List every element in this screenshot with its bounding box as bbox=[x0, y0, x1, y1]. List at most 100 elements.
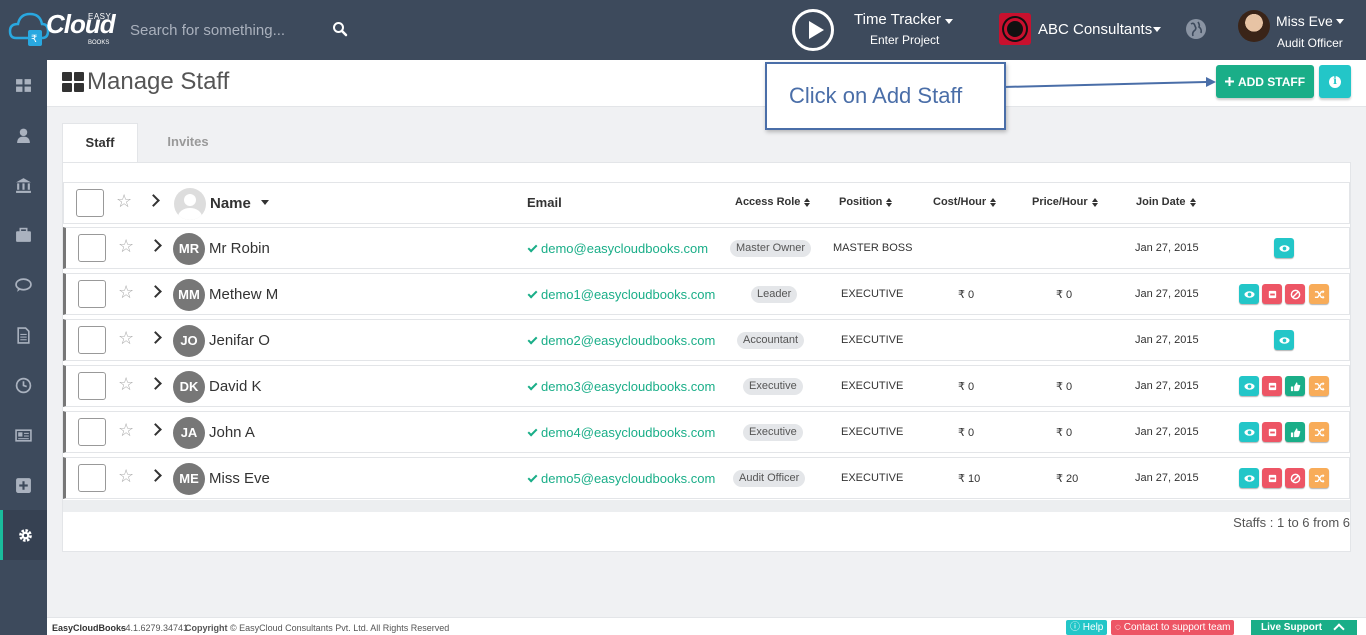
staff-email[interactable]: demo@easycloudbooks.com bbox=[527, 241, 708, 256]
row-checkbox[interactable] bbox=[78, 234, 106, 262]
staff-email[interactable]: demo4@easycloudbooks.com bbox=[527, 425, 715, 440]
sidebar-item-documents[interactable] bbox=[0, 310, 47, 360]
table-row[interactable]: ☆ JA John A demo4@easycloudbooks.com Executi… bbox=[63, 411, 1350, 453]
search-icon[interactable] bbox=[332, 21, 348, 37]
sidebar-item-briefcase[interactable] bbox=[0, 210, 47, 260]
caret-down-icon[interactable] bbox=[945, 19, 953, 24]
view-button[interactable] bbox=[1274, 330, 1294, 350]
transfer-button[interactable] bbox=[1309, 376, 1329, 396]
column-header-join-date[interactable]: Join Date bbox=[1136, 196, 1196, 208]
info-button[interactable]: i bbox=[1319, 65, 1351, 98]
tab-invites[interactable]: Invites bbox=[150, 123, 226, 163]
view-button[interactable] bbox=[1239, 376, 1259, 396]
caret-down-icon[interactable] bbox=[1336, 19, 1344, 24]
star-icon[interactable]: ☆ bbox=[118, 237, 134, 257]
table-row[interactable]: ☆ ME Miss Eve demo5@easycloudbooks.com Audit… bbox=[63, 457, 1350, 499]
staff-name[interactable]: Jenifar O bbox=[209, 332, 270, 349]
chevron-right-icon[interactable] bbox=[149, 239, 162, 252]
row-checkbox[interactable] bbox=[78, 326, 106, 354]
sidebar-item-user[interactable] bbox=[0, 110, 47, 160]
star-icon[interactable]: ☆ bbox=[118, 329, 134, 349]
staff-name[interactable]: Mr Robin bbox=[209, 240, 270, 257]
chevron-right-icon[interactable] bbox=[147, 194, 160, 207]
delete-button[interactable] bbox=[1262, 376, 1282, 396]
column-header-access-role[interactable]: Access Role bbox=[735, 196, 811, 208]
sidebar-item-chat[interactable] bbox=[0, 260, 47, 310]
chevron-right-icon[interactable] bbox=[149, 377, 162, 390]
sidebar-item-time[interactable] bbox=[0, 360, 47, 410]
approve-button[interactable] bbox=[1285, 376, 1305, 396]
star-icon[interactable]: ☆ bbox=[118, 283, 134, 303]
sort-icon[interactable] bbox=[804, 197, 811, 207]
delete-button[interactable] bbox=[1262, 284, 1282, 304]
time-tracker-project[interactable]: Enter Project bbox=[870, 33, 939, 47]
transfer-button[interactable] bbox=[1309, 284, 1329, 304]
sidebar-item-dashboard[interactable] bbox=[0, 60, 47, 110]
table-row[interactable]: ☆ JO Jenifar O demo2@easycloudbooks.com Acco… bbox=[63, 319, 1350, 361]
delete-button[interactable] bbox=[1262, 468, 1282, 488]
sort-icon[interactable] bbox=[886, 197, 893, 207]
staff-name[interactable]: Methew M bbox=[209, 286, 278, 303]
transfer-button[interactable] bbox=[1309, 422, 1329, 442]
column-header-position[interactable]: Position bbox=[839, 196, 893, 208]
staff-email[interactable]: demo1@easycloudbooks.com bbox=[527, 287, 715, 302]
globe-icon[interactable] bbox=[1185, 18, 1207, 40]
view-button[interactable] bbox=[1239, 422, 1259, 442]
table-row[interactable]: ☆ MR Mr Robin demo@easycloudbooks.com Master… bbox=[63, 227, 1350, 269]
play-timer-icon[interactable] bbox=[792, 9, 834, 51]
view-button[interactable] bbox=[1274, 238, 1294, 258]
row-checkbox[interactable] bbox=[78, 372, 106, 400]
star-icon[interactable]: ☆ bbox=[118, 375, 134, 395]
sort-icon[interactable] bbox=[990, 197, 997, 207]
company-switcher[interactable]: ABC Consultants bbox=[1038, 21, 1152, 38]
staff-name[interactable]: John A bbox=[209, 424, 255, 441]
sidebar-item-reports[interactable] bbox=[0, 410, 47, 460]
add-staff-button[interactable]: ADD STAFF bbox=[1216, 65, 1314, 98]
column-header-price-hour[interactable]: Price/Hour bbox=[1032, 196, 1098, 208]
select-all-checkbox[interactable] bbox=[76, 189, 104, 217]
staff-name[interactable]: David K bbox=[209, 378, 262, 395]
tab-staff[interactable]: Staff bbox=[62, 123, 138, 163]
staff-name[interactable]: Miss Eve bbox=[209, 470, 270, 487]
column-header-name[interactable]: Name bbox=[210, 195, 251, 212]
help-button[interactable]: ⓘ Help bbox=[1066, 620, 1108, 635]
approve-button[interactable] bbox=[1285, 422, 1305, 442]
block-button[interactable] bbox=[1285, 284, 1305, 304]
sort-icon[interactable] bbox=[1189, 197, 1196, 207]
staff-email[interactable]: demo2@easycloudbooks.com bbox=[527, 333, 715, 348]
star-icon[interactable]: ☆ bbox=[116, 192, 132, 212]
star-icon[interactable]: ☆ bbox=[118, 421, 134, 441]
sidebar-item-add[interactable] bbox=[0, 460, 47, 510]
row-checkbox[interactable] bbox=[78, 464, 106, 492]
star-icon[interactable]: ☆ bbox=[118, 467, 134, 487]
table-row[interactable]: ☆ DK David K demo3@easycloudbooks.com Execut… bbox=[63, 365, 1350, 407]
staff-email[interactable]: demo3@easycloudbooks.com bbox=[527, 379, 715, 394]
block-button[interactable] bbox=[1285, 468, 1305, 488]
chevron-right-icon[interactable] bbox=[149, 469, 162, 482]
sidebar-item-settings[interactable] bbox=[0, 510, 47, 560]
live-support-button[interactable]: Live Support bbox=[1251, 620, 1357, 635]
staff-email[interactable]: demo5@easycloudbooks.com bbox=[527, 471, 715, 486]
cost-per-hour: ₹ 0 bbox=[958, 289, 975, 301]
sort-desc-icon[interactable] bbox=[261, 200, 269, 205]
chevron-right-icon[interactable] bbox=[149, 423, 162, 436]
table-row[interactable]: ☆ MM Methew M demo1@easycloudbooks.com Leade… bbox=[63, 273, 1350, 315]
transfer-button[interactable] bbox=[1309, 468, 1329, 488]
user-name[interactable]: Miss Eve bbox=[1276, 13, 1333, 29]
sort-icon[interactable] bbox=[1091, 197, 1098, 207]
delete-button[interactable] bbox=[1262, 422, 1282, 442]
contact-support-button[interactable]: ◌ Contact to support team bbox=[1111, 620, 1235, 635]
view-button[interactable] bbox=[1239, 468, 1259, 488]
chevron-right-icon[interactable] bbox=[149, 285, 162, 298]
column-header-cost-hour[interactable]: Cost/Hour bbox=[933, 196, 997, 208]
chevron-right-icon[interactable] bbox=[149, 331, 162, 344]
sidebar-item-bank[interactable] bbox=[0, 160, 47, 210]
user-avatar[interactable] bbox=[1238, 10, 1270, 42]
view-button[interactable] bbox=[1239, 284, 1259, 304]
row-checkbox[interactable] bbox=[78, 418, 106, 446]
search-input[interactable] bbox=[130, 15, 330, 45]
caret-down-icon[interactable] bbox=[1153, 27, 1161, 32]
easycloudbooks-logo[interactable]: ₹ Cloud EASY BOOKS bbox=[8, 4, 123, 54]
row-checkbox[interactable] bbox=[78, 280, 106, 308]
time-tracker-title[interactable]: Time Tracker bbox=[854, 11, 941, 28]
